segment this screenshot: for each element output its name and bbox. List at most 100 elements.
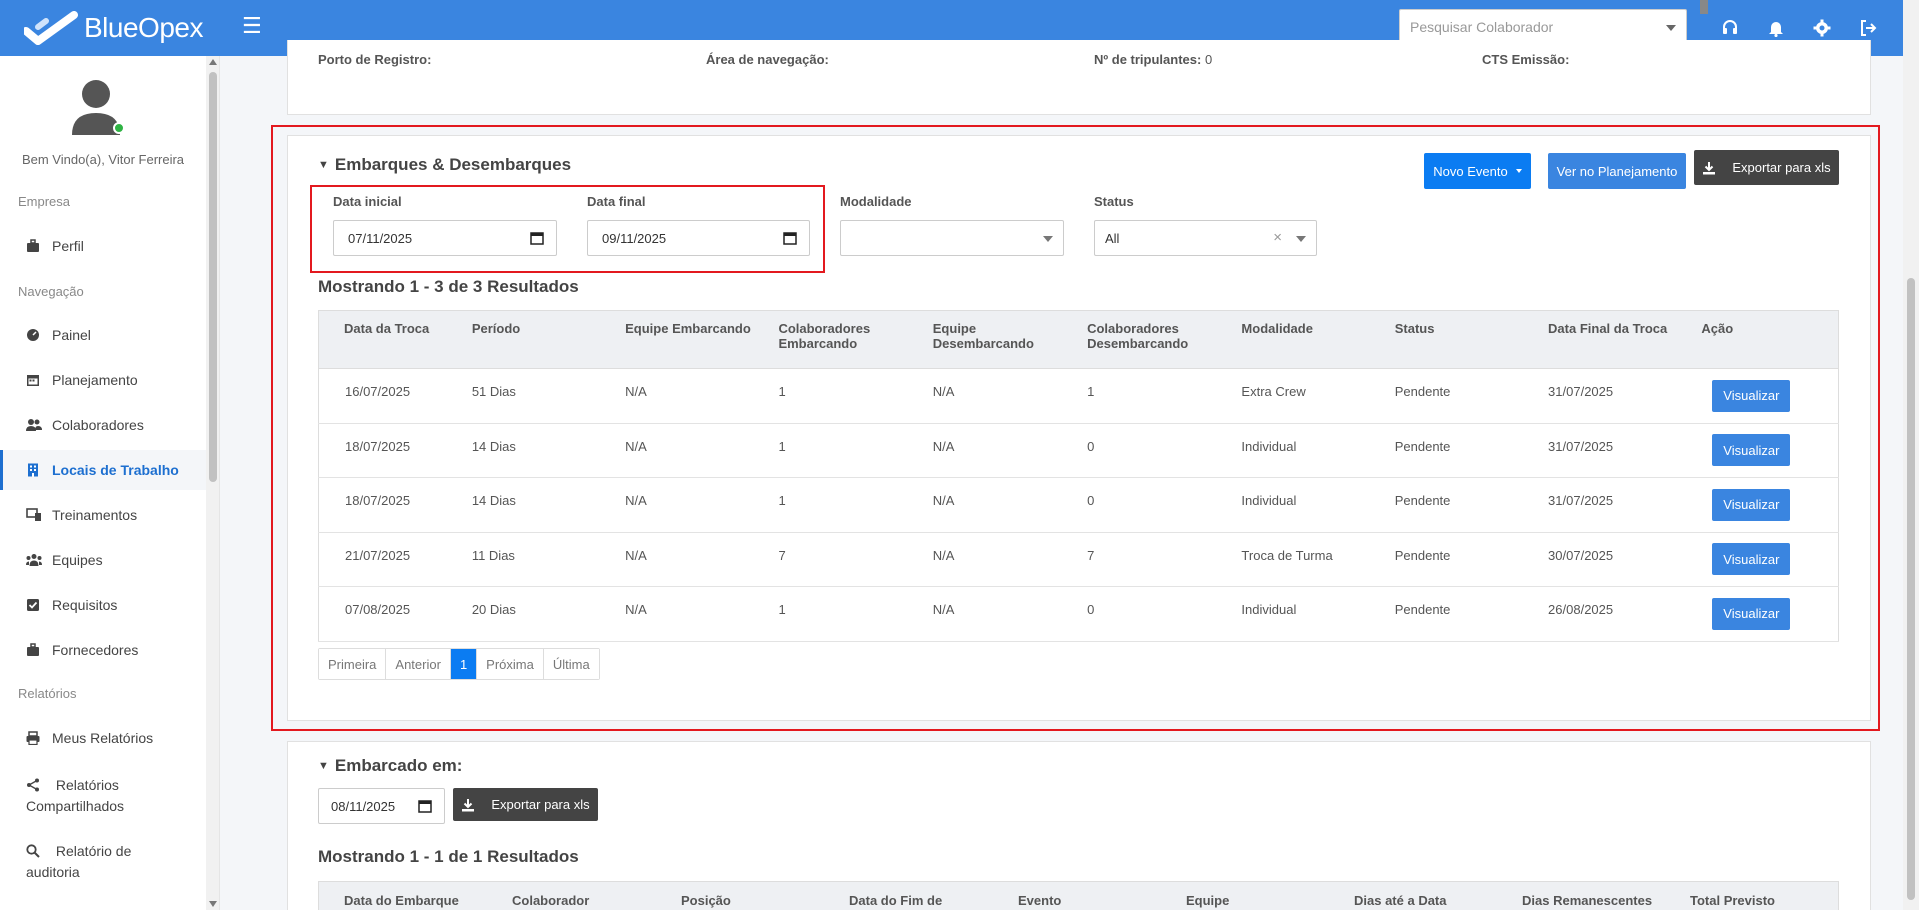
embarcado-export-button[interactable]: Exportar para xls [453, 788, 598, 821]
cell-equipe-des: N/A [932, 423, 1088, 478]
data-final-input[interactable]: 09/11/2025 [587, 220, 810, 256]
sidebar-item-perfil[interactable]: Perfil [0, 226, 206, 266]
col-colab-embarcando-l2: Embarcando [778, 336, 858, 351]
col-status[interactable]: Status [1394, 310, 1549, 369]
calendar-icon[interactable] [783, 231, 797, 245]
ver-planejamento-label: Ver no Planejamento [1556, 163, 1678, 179]
col-posicao[interactable]: Posição [681, 893, 731, 908]
col-colab-desembarcando[interactable]: Colaboradores Desembarcando [1087, 310, 1242, 369]
pager-prev[interactable]: Anterior [386, 649, 451, 679]
col-data-troca[interactable]: Data da Troca [318, 310, 472, 369]
porto-registro: Porto de Registro: [318, 52, 431, 67]
embarcado-results-count: Mostrando 1 - 1 de 1 Resultados [318, 847, 579, 866]
pager-last[interactable]: Última [543, 649, 599, 679]
search-placeholder: Pesquisar Colaborador [1410, 19, 1554, 35]
col-colab-embarcando-l1: Colaboradores [778, 321, 871, 336]
collapse-triangle-icon[interactable]: ▼ [318, 760, 329, 772]
col-data-final[interactable]: Data Final da Troca [1548, 310, 1702, 369]
embarcado-date-input[interactable]: 08/11/2025 [318, 788, 445, 824]
embarques-table: Data da Troca Período Equipe Embarcando … [318, 310, 1839, 642]
col-data-embarque[interactable]: Data do Embarque [344, 893, 459, 908]
chevron-down-icon [1296, 236, 1306, 242]
sidebar-item-fornecedores[interactable]: Fornecedores [0, 630, 206, 670]
novo-evento-button[interactable]: Novo Evento [1424, 153, 1531, 189]
col-equipe-des-l2: Desembarcando [932, 336, 1034, 351]
sidebar-item-meus-relatorios[interactable]: Meus Relatórios [0, 718, 206, 758]
col-periodo[interactable]: Período [471, 310, 626, 369]
sidebar-item-colaboradores[interactable]: Colaboradores [0, 405, 206, 445]
cell-data: 07/08/2025 [318, 586, 472, 642]
vessel-info-card: Porto de Registro: Área de navegação: Nº… [287, 40, 1871, 115]
bell-icon[interactable] [1766, 18, 1786, 38]
embarcado-export-label: Exportar para xls [491, 797, 590, 812]
devices-icon [26, 508, 41, 522]
data-inicial-input[interactable]: 07/11/2025 [333, 220, 557, 256]
col-colab-des-l2: Desembarcando [1087, 336, 1189, 351]
col-equipe[interactable]: Equipe [1186, 893, 1229, 908]
sidebar-item-label: Meus Relatórios [52, 730, 154, 746]
sidebar-item-relatorio-auditoria[interactable]: Relatório de auditoria [0, 835, 206, 883]
cell-status: Pendente [1394, 423, 1549, 478]
col-total-previsto[interactable]: Total Previsto [1690, 893, 1775, 908]
sidebar-item-painel[interactable]: Painel [0, 315, 206, 355]
ver-planejamento-button[interactable]: Ver no Planejamento [1548, 153, 1686, 189]
visualizar-button[interactable]: Visualizar [1712, 434, 1791, 467]
clear-icon[interactable]: × [1273, 229, 1282, 246]
col-dias-remanescentes[interactable]: Dias Remanescentes [1522, 893, 1652, 908]
pager-first[interactable]: Primeira [319, 649, 387, 679]
status-select[interactable]: All × [1094, 220, 1317, 256]
collapse-triangle-icon[interactable]: ▼ [318, 159, 329, 171]
col-data-fim[interactable]: Data do Fim de [849, 893, 942, 908]
visualizar-button[interactable]: Visualizar [1712, 597, 1791, 630]
pager-next[interactable]: Próxima [477, 649, 544, 679]
col-evento[interactable]: Evento [1018, 893, 1061, 908]
cell-data-final: 30/07/2025 [1548, 532, 1702, 587]
embarcado-title[interactable]: ▼ Embarcado em: [318, 756, 462, 776]
col-dias-ate-data[interactable]: Dias até a Data [1354, 893, 1447, 908]
logout-icon[interactable] [1858, 18, 1878, 38]
visualizar-button[interactable]: Visualizar [1712, 543, 1791, 576]
sidebar-item-planejamento[interactable]: Planejamento [0, 360, 206, 400]
cell-equipe-emb: N/A [625, 532, 779, 587]
sidebar-item-equipes[interactable]: Equipes [0, 540, 206, 580]
sidebar-item-label: Perfil [52, 238, 84, 254]
logo-icon [24, 11, 78, 45]
main-scrollbar[interactable] [1903, 0, 1919, 910]
table-row: 16/07/2025 51 Dias N/A 1 N/A 1 Extra Crew Pende… [318, 368, 1839, 424]
menu-toggle-icon[interactable]: ☰ [242, 13, 262, 39]
main-scroll-thumb[interactable] [1907, 278, 1915, 900]
visualizar-button[interactable]: Visualizar [1712, 379, 1791, 412]
sidebar-item-label: Colaboradores [52, 417, 144, 433]
headset-icon[interactable] [1720, 18, 1740, 38]
col-equipe-embarcando[interactable]: Equipe Embarcando [625, 310, 779, 369]
gear-icon[interactable] [1812, 18, 1832, 38]
scroll-down-icon[interactable] [209, 901, 217, 907]
pager-current[interactable]: 1 [450, 649, 478, 679]
calendar-icon[interactable] [418, 799, 432, 813]
col-modalidade[interactable]: Modalidade [1241, 310, 1395, 369]
visualizar-button[interactable]: Visualizar [1712, 488, 1791, 521]
cell-colab-emb: 7 [778, 532, 933, 587]
col-acao: Ação [1701, 310, 1839, 369]
sidebar-item-relatorios-compartilhados[interactable]: Relatórios Compartilhados [0, 769, 206, 817]
cell-colab-des: 1 [1087, 368, 1242, 424]
col-equipe-desembarcando[interactable]: Equipe Desembarcando [932, 310, 1088, 369]
scroll-up-icon[interactable] [209, 59, 217, 65]
sidebar-scroll-thumb[interactable] [209, 72, 217, 482]
cell-status: Pendente [1394, 368, 1549, 424]
brand[interactable]: BlueOpex [0, 11, 220, 45]
embarques-title[interactable]: ▼ Embarques & Desembarques [318, 155, 571, 175]
table-row: 18/07/2025 14 Dias N/A 1 N/A 0 Individual Pende… [318, 423, 1839, 478]
section-relatorios: Relatórios [18, 686, 77, 701]
col-colab-embarcando[interactable]: Colaboradores Embarcando [778, 310, 933, 369]
area-navegacao: Área de navegação: [706, 52, 829, 67]
exportar-xls-button[interactable]: Exportar para xls [1694, 150, 1839, 185]
col-colaborador[interactable]: Colaborador [512, 893, 589, 908]
sidebar-item-requisitos[interactable]: Requisitos [0, 585, 206, 625]
modalidade-select[interactable] [840, 220, 1064, 256]
tripulantes-label: Nº de tripulantes: [1094, 52, 1202, 67]
sidebar-item-locais-de-trabalho[interactable]: Locais de Trabalho [0, 450, 206, 490]
calendar-icon[interactable] [530, 231, 544, 245]
sidebar-scrollbar[interactable] [206, 56, 219, 910]
sidebar-item-treinamentos[interactable]: Treinamentos [0, 495, 206, 535]
